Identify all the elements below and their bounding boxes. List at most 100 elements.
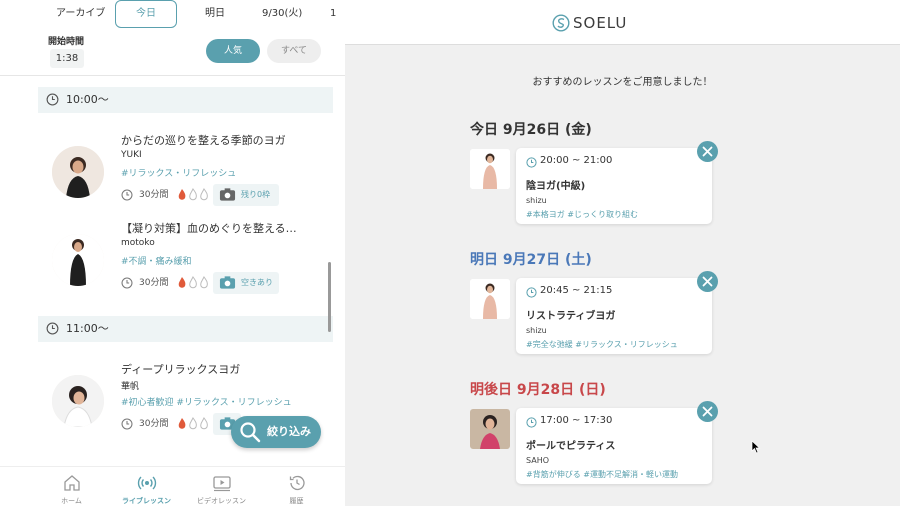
lesson-instructor: motoko: [121, 238, 155, 248]
instructor-avatar: [52, 234, 104, 286]
intensity-flame-icon: [178, 417, 208, 430]
remove-lesson-button[interactable]: [697, 141, 718, 162]
instructor-photo-icon: [470, 279, 510, 319]
nav-label: 履歴: [289, 497, 304, 505]
start-time-label: 開始時間: [48, 37, 85, 47]
tab-next[interactable]: 1: [330, 0, 336, 28]
nav-history[interactable]: 履歴: [259, 467, 334, 506]
lesson-instructor: shizu: [526, 196, 547, 205]
lesson-time: 17:00 ~ 17:30: [540, 415, 613, 426]
day-heading-tomorrow: 明日 9月27日 (土): [470, 252, 592, 268]
lesson-title: からだの巡りを整える季節のヨガ: [121, 134, 286, 147]
time-slot-header: 10:00～: [38, 87, 333, 113]
lesson-thumbnail[interactable]: [470, 279, 510, 319]
lesson-item[interactable]: 【凝り対策】血のめぐりを整える… motoko #不調・痛み緩和 30分間 空き…: [38, 220, 328, 306]
clock-icon: [526, 157, 537, 168]
instructor-photo-icon: [470, 409, 510, 449]
recommendation-panel: SOELU おすすめのレッスンをご用意しました！ 今日 9月26日 (金) 20…: [345, 0, 900, 506]
lesson-item[interactable]: からだの巡りを整える季節のヨガ YUKI #リラックス・リフレッシュ 30分間 …: [38, 132, 328, 218]
lesson-tags: #初心者歓迎 #リラックス・リフレッシュ: [121, 398, 292, 408]
lesson-title: 陰ヨガ(中級): [526, 181, 586, 192]
remove-lesson-button[interactable]: [697, 401, 718, 422]
instructor-photo-icon: [52, 375, 104, 427]
camera-icon: [219, 276, 236, 289]
lesson-title: 【凝り対策】血のめぐりを整える…: [121, 222, 297, 235]
history-icon: [289, 475, 305, 491]
clock-icon: [526, 417, 537, 428]
day-heading-today: 今日 9月26日 (金): [470, 122, 592, 138]
intensity-flame-icon: [178, 276, 208, 289]
close-icon: [702, 276, 713, 287]
lesson-instructor: YUKI: [121, 150, 142, 160]
nav-label: ビデオレッスン: [197, 497, 246, 505]
soelu-logo[interactable]: SOELU: [552, 14, 672, 34]
clock-icon: [46, 322, 59, 335]
lesson-meta: 30分間 残り0枠: [121, 184, 331, 206]
availability-badge[interactable]: 残り0枠: [213, 184, 279, 206]
clock-icon: [526, 287, 537, 298]
lesson-duration: 30分間: [139, 190, 169, 200]
instructor-avatar: [52, 375, 104, 427]
lesson-meta: 30分間 空きあり: [121, 272, 331, 294]
lesson-tags: #リラックス・リフレッシュ: [121, 169, 237, 179]
filter-popular-button[interactable]: 人気: [206, 39, 260, 63]
date-tab-bar: アーカイブ 今日 明日 9/30(火) 1: [0, 0, 345, 28]
availability-label: 残り0枠: [241, 190, 271, 199]
lesson-card[interactable]: 20:00 ~ 21:00 陰ヨガ(中級) shizu #本格ヨガ #じっくり取…: [516, 148, 712, 224]
remove-lesson-button[interactable]: [697, 271, 718, 292]
bottom-nav: ホーム ライブレッスン ビデオレッスン 履歴: [0, 466, 345, 506]
filter-button[interactable]: 絞り込み: [231, 416, 321, 448]
lesson-card[interactable]: 20:45 ~ 21:15 リストラティブヨガ shizu #完全な弛緩 #リラ…: [516, 278, 712, 354]
clock-icon: [121, 189, 133, 201]
start-time-select[interactable]: 1:38: [50, 49, 84, 68]
lesson-card[interactable]: 17:00 ~ 17:30 ポールでピラティス SAHO #背筋が伸びる #運動…: [516, 408, 712, 484]
scrollbar[interactable]: [328, 262, 331, 332]
lesson-time: 20:00 ~ 21:00: [540, 155, 613, 166]
clock-icon: [121, 277, 133, 289]
lesson-thumbnail[interactable]: [470, 149, 510, 189]
clock-icon: [121, 418, 133, 430]
lesson-time: 20:45 ~ 21:15: [540, 285, 613, 296]
filter-button-label: 絞り込み: [267, 425, 311, 438]
nav-live-lesson[interactable]: ライブレッスン: [109, 467, 184, 506]
availability-badge[interactable]: 空きあり: [213, 272, 279, 294]
nav-home[interactable]: ホーム: [34, 467, 109, 506]
time-slot-label: 11:00～: [66, 322, 109, 335]
lesson-instructor: SAHO: [526, 456, 550, 465]
lesson-title: ディープリラックスヨガ: [121, 363, 241, 376]
day-heading-day-after: 明後日 9月28日 (日): [470, 382, 606, 398]
lesson-tags: #完全な弛緩 #リラックス・リフレッシュ: [526, 340, 678, 349]
live-icon: [137, 476, 157, 490]
soelu-logo-icon: [552, 14, 570, 32]
tab-today[interactable]: 今日: [115, 0, 177, 28]
recommend-message: おすすめのレッスンをご用意しました！: [532, 77, 713, 88]
lesson-tags: #本格ヨガ #じっくり取り組む: [526, 210, 638, 219]
live-lesson-panel: アーカイブ 今日 明日 9/30(火) 1 開始時間 1:38 人気 すべて 1…: [0, 0, 345, 506]
camera-icon: [219, 188, 236, 201]
instructor-photo-icon: [52, 234, 104, 286]
header-bar: SOELU: [345, 0, 900, 45]
filter-all-button[interactable]: すべて: [267, 39, 321, 63]
time-slot-label: 10:00～: [66, 93, 109, 106]
logo-text: SOELU: [573, 14, 628, 32]
nav-video-lesson[interactable]: ビデオレッスン: [184, 467, 259, 506]
close-icon: [702, 406, 713, 417]
divider: [0, 75, 345, 76]
video-icon: [213, 476, 231, 492]
instructor-photo-icon: [470, 149, 510, 189]
tab-tomorrow[interactable]: 明日: [205, 0, 225, 28]
tab-archive[interactable]: アーカイブ: [56, 0, 105, 28]
lesson-instructor: shizu: [526, 326, 547, 335]
lesson-duration: 30分間: [139, 278, 169, 288]
nav-label: ホーム: [61, 497, 82, 505]
availability-label: 空きあり: [241, 278, 273, 287]
close-icon: [702, 146, 713, 157]
tab-sep30[interactable]: 9/30(火): [262, 0, 302, 28]
search-icon: [240, 422, 261, 443]
lesson-title: ポールでピラティス: [526, 441, 616, 452]
clock-icon: [46, 93, 59, 106]
lesson-tags: #不調・痛み緩和: [121, 257, 192, 267]
time-slot-header: 11:00～: [38, 316, 333, 342]
lesson-tags: #背筋が伸びる #運動不足解消・軽い運動: [526, 470, 678, 479]
lesson-thumbnail[interactable]: [470, 409, 510, 449]
